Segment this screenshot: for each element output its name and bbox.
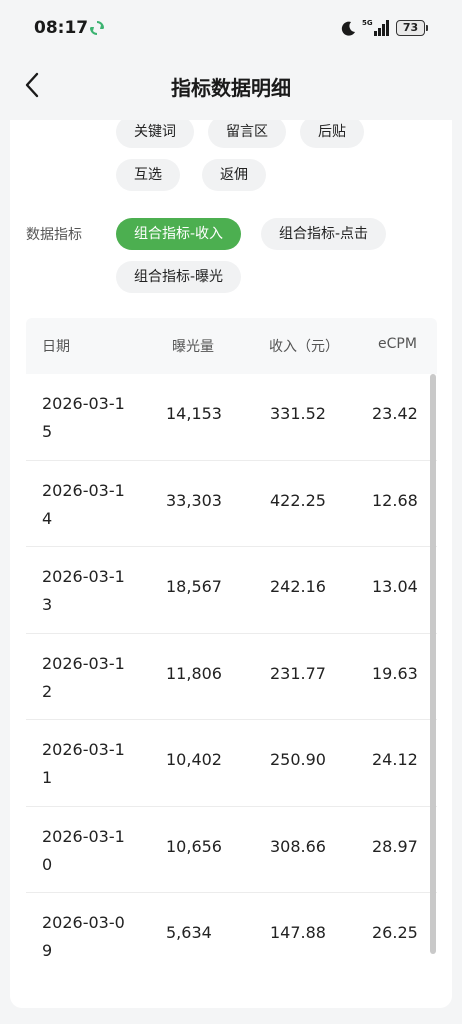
cell-revenue: 231.77 bbox=[270, 663, 326, 683]
metric-label: 数据指标 bbox=[26, 227, 82, 243]
filter-chip-rebate[interactable]: 返佣 bbox=[202, 159, 266, 191]
header-ecpm: eCPM bbox=[378, 336, 417, 352]
battery-tip bbox=[426, 25, 428, 31]
cell-revenue: 422.25 bbox=[270, 490, 326, 510]
metric-chip-impressions[interactable]: 组合指标-曝光 bbox=[116, 261, 242, 293]
table-header: 日期 曝光量 收入（元） eCPM bbox=[26, 318, 437, 374]
cell-ecpm: 28.97 bbox=[372, 836, 418, 856]
cell-date: 2026-03-11 bbox=[42, 740, 125, 787]
cell-ecpm: 26.25 bbox=[372, 923, 418, 942]
cell-impressions: 14,153 bbox=[166, 404, 222, 423]
table-row: 2026-03-11 10,402 250.90 24.12 bbox=[26, 720, 437, 807]
sync-icon bbox=[90, 21, 104, 35]
header-date: 日期 bbox=[42, 339, 70, 355]
metric-chip-clicks[interactable]: 组合指标-点击 bbox=[261, 218, 387, 250]
nav-bar: 指标数据明细 bbox=[0, 58, 462, 118]
cell-revenue: 250.90 bbox=[270, 750, 326, 769]
cell-impressions: 18,567 bbox=[166, 577, 222, 596]
battery-level: 73 bbox=[402, 21, 419, 34]
status-bar: 08:17 5G 73 bbox=[0, 0, 462, 58]
cell-date: 2026-03-14 bbox=[42, 480, 125, 528]
page-title: 指标数据明细 bbox=[171, 76, 291, 100]
content-card: 关键词 留言区 后贴 互选 返佣 数据指标 组合指标-收入 组合指标-点击 组合… bbox=[10, 120, 452, 1008]
cell-impressions: 10,402 bbox=[166, 750, 222, 769]
cell-ecpm: 13.04 bbox=[372, 577, 418, 596]
cell-date: 2026-03-09 bbox=[42, 913, 125, 960]
table-row: 2026-03-13 18,567 242.16 13.04 bbox=[26, 547, 437, 634]
signal-5g-icon: 5G bbox=[362, 19, 389, 36]
cell-date: 2026-03-12 bbox=[42, 653, 125, 701]
cell-ecpm: 23.42 bbox=[372, 404, 418, 423]
cell-date: 2026-03-15 bbox=[42, 394, 125, 441]
header-impressions: 曝光量 bbox=[172, 339, 214, 355]
data-table: 日期 曝光量 收入（元） eCPM 2026-03-15 14,153 331.… bbox=[26, 318, 437, 979]
table-row: 2026-03-12 11,806 231.77 19.63 bbox=[26, 634, 437, 720]
metric-chip-revenue[interactable]: 组合指标-收入 bbox=[116, 218, 242, 250]
cell-revenue: 242.16 bbox=[270, 577, 326, 596]
cell-impressions: 5,634 bbox=[166, 923, 212, 942]
header-revenue: 收入（元） bbox=[269, 339, 339, 355]
status-time: 08:17 bbox=[34, 18, 89, 38]
cell-revenue: 308.66 bbox=[270, 836, 326, 856]
table-row: 2026-03-15 14,153 331.52 23.42 bbox=[26, 374, 437, 461]
cell-impressions: 11,806 bbox=[166, 663, 222, 683]
battery-icon: 73 bbox=[396, 20, 425, 36]
cell-revenue: 147.88 bbox=[270, 923, 326, 942]
cell-ecpm: 12.68 bbox=[372, 490, 418, 510]
cell-revenue: 331.52 bbox=[270, 404, 326, 423]
cell-impressions: 10,656 bbox=[166, 836, 222, 856]
table-row: 2026-03-14 33,303 422.25 12.68 bbox=[26, 461, 437, 547]
filter-chip-keyword[interactable]: 关键词 bbox=[116, 120, 194, 148]
table-row: 2026-03-10 10,656 308.66 28.97 bbox=[26, 807, 437, 893]
table-row: 2026-03-09 5,634 147.88 26.25 bbox=[26, 893, 437, 979]
svg-text:5G: 5G bbox=[362, 19, 373, 27]
cell-ecpm: 24.12 bbox=[372, 750, 418, 769]
filter-chip-comment-area[interactable]: 留言区 bbox=[208, 120, 286, 148]
moon-icon bbox=[341, 21, 355, 36]
cell-date: 2026-03-10 bbox=[42, 826, 125, 874]
cell-impressions: 33,303 bbox=[166, 490, 222, 510]
table-scrollbar[interactable] bbox=[430, 374, 436, 954]
filter-chip-mutual-select[interactable]: 互选 bbox=[116, 159, 180, 191]
cell-date: 2026-03-13 bbox=[42, 567, 125, 614]
cell-ecpm: 19.63 bbox=[372, 663, 418, 683]
filter-chip-post-roll[interactable]: 后贴 bbox=[300, 120, 364, 148]
